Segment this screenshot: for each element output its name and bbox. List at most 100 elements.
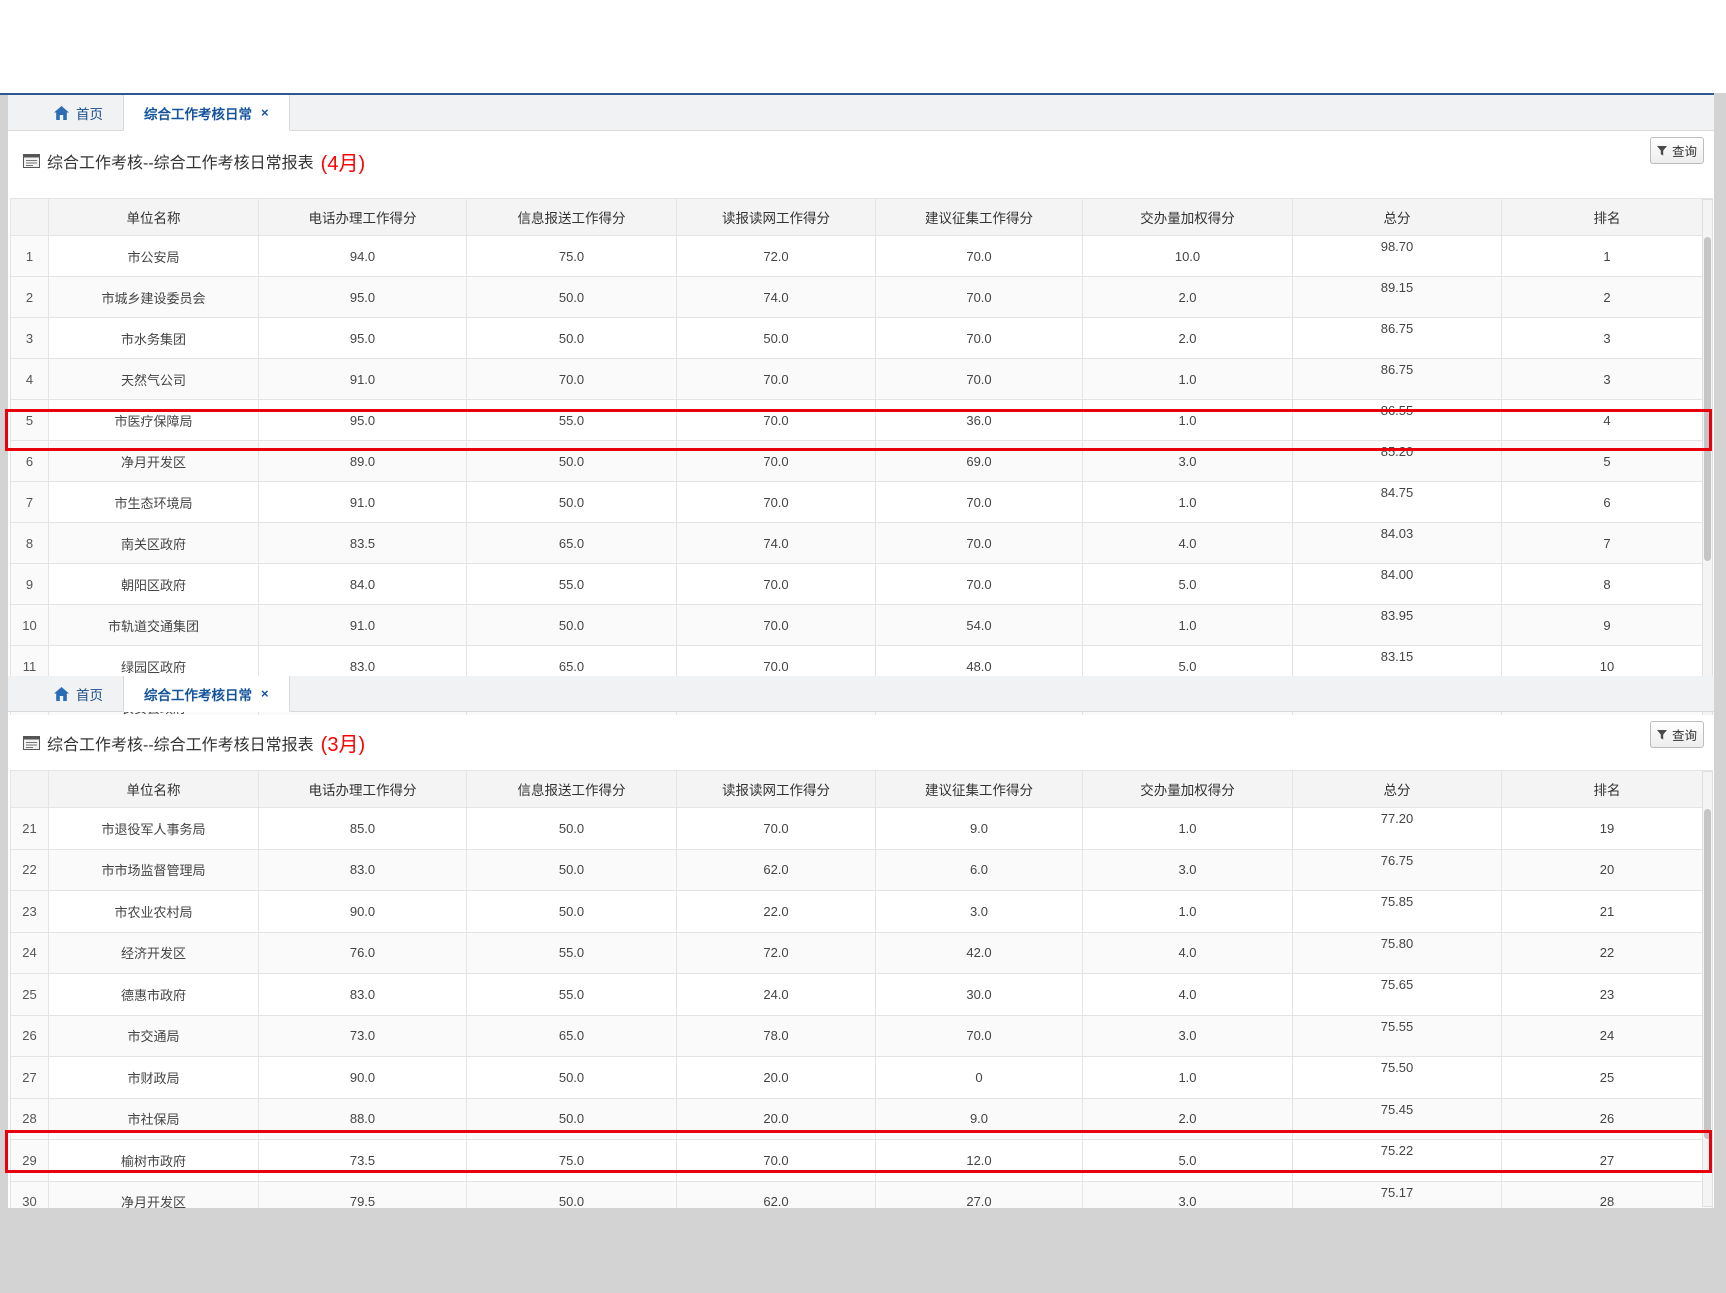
table-row[interactable]: 9朝阳区政府84.055.070.070.05.084.008: [11, 564, 1713, 605]
cell-sugg: 70.0: [876, 359, 1083, 400]
query-button[interactable]: 查询: [1650, 721, 1704, 748]
scrollbar-thumb[interactable]: [1704, 809, 1711, 1139]
cell-sugg: 30.0: [876, 974, 1083, 1016]
cell-total: 86.55: [1293, 400, 1502, 441]
tab-bar: 首页 综合工作考核日常 ×: [8, 95, 1714, 131]
cell-sugg: 12.0: [876, 1140, 1083, 1182]
cell-weight: 2.0: [1083, 318, 1293, 359]
cell-read: 62.0: [677, 849, 876, 891]
cell-total: 77.20: [1293, 808, 1502, 850]
cell-total: 75.45: [1293, 1098, 1502, 1140]
close-icon[interactable]: ×: [261, 105, 269, 120]
cell-sugg: 70.0: [876, 482, 1083, 523]
table-row[interactable]: 25德惠市政府83.055.024.030.04.075.6523: [11, 974, 1713, 1016]
cell-sugg: 69.0: [876, 441, 1083, 482]
cell-info: 70.0: [467, 359, 677, 400]
cell-weight: 2.0: [1083, 277, 1293, 318]
matte-right: [1714, 93, 1726, 1208]
cell-weight: 1.0: [1083, 359, 1293, 400]
cell-rank: 23: [1502, 974, 1713, 1016]
table-row[interactable]: 26市交通局73.065.078.070.03.075.5524: [11, 1015, 1713, 1057]
table-row[interactable]: 6净月开发区89.050.070.069.03.085.205: [11, 441, 1713, 482]
close-icon[interactable]: ×: [261, 686, 269, 701]
cell-no: 8: [11, 523, 49, 564]
cell-weight: 4.0: [1083, 932, 1293, 974]
cell-sugg: 9.0: [876, 808, 1083, 850]
table-row[interactable]: 10市轨道交通集团91.050.070.054.01.083.959: [11, 605, 1713, 646]
table-row[interactable]: 7市生态环境局91.050.070.070.01.084.756: [11, 482, 1713, 523]
cell-tel: 73.5: [259, 1140, 467, 1182]
column-header-total-score: 总分: [1293, 771, 1502, 808]
cell-tel: 83.5: [259, 523, 467, 564]
tab-daily-assessment[interactable]: 综合工作考核日常 ×: [123, 95, 290, 131]
query-button[interactable]: 查询: [1650, 137, 1704, 164]
cell-name: 市生态环境局: [49, 482, 259, 523]
home-icon: [54, 106, 69, 120]
cell-no: 23: [11, 891, 49, 933]
cell-read: 72.0: [677, 236, 876, 277]
column-header-weighted-score: 交办量加权得分: [1083, 199, 1293, 236]
cell-name: 德惠市政府: [49, 974, 259, 1016]
scrollbar-thumb[interactable]: [1704, 237, 1711, 561]
tab-home-label: 首页: [76, 103, 103, 123]
column-header-index: [11, 771, 49, 808]
cell-sugg: 3.0: [876, 891, 1083, 933]
cell-rank: 27: [1502, 1140, 1713, 1182]
cell-rank: 4: [1502, 400, 1713, 441]
table-row[interactable]: 5市医疗保障局95.055.070.036.01.086.554: [11, 400, 1713, 441]
cell-tel: 95.0: [259, 400, 467, 441]
matte-left: [0, 95, 8, 1208]
table-row[interactable]: 24经济开发区76.055.072.042.04.075.8022: [11, 932, 1713, 974]
column-header-rank: 排名: [1502, 199, 1713, 236]
cell-tel: 91.0: [259, 482, 467, 523]
cell-info: 50.0: [467, 808, 677, 850]
cell-total: 86.75: [1293, 318, 1502, 359]
cell-no: 25: [11, 974, 49, 1016]
column-header-rank: 排名: [1502, 771, 1713, 808]
cell-weight: 3.0: [1083, 849, 1293, 891]
table-row[interactable]: 27市财政局90.050.020.001.075.5025: [11, 1057, 1713, 1099]
cell-read: 70.0: [677, 441, 876, 482]
tab-home[interactable]: 首页: [34, 676, 123, 711]
cell-sugg: 42.0: [876, 932, 1083, 974]
cell-weight: 10.0: [1083, 236, 1293, 277]
table-row[interactable]: 4天然气公司91.070.070.070.01.086.753: [11, 359, 1713, 400]
cell-read: 70.0: [677, 482, 876, 523]
cell-read: 74.0: [677, 277, 876, 318]
table-row[interactable]: 22市市场监督管理局83.050.062.06.03.076.7520: [11, 849, 1713, 891]
column-header-phone-score: 电话办理工作得分: [259, 199, 467, 236]
cell-rank: 3: [1502, 359, 1713, 400]
cell-sugg: 9.0: [876, 1098, 1083, 1140]
tab-daily-assessment[interactable]: 综合工作考核日常 ×: [123, 676, 290, 712]
table-row[interactable]: 3市水务集团95.050.050.070.02.086.753: [11, 318, 1713, 359]
cell-weight: 1.0: [1083, 891, 1293, 933]
cell-total: 75.22: [1293, 1140, 1502, 1182]
table-row[interactable]: 28市社保局88.050.020.09.02.075.4526: [11, 1098, 1713, 1140]
table-row[interactable]: 29榆树市政府73.575.070.012.05.075.2227: [11, 1140, 1713, 1182]
cell-rank: 3: [1502, 318, 1713, 359]
cell-weight: 3.0: [1083, 441, 1293, 482]
table-row[interactable]: 2市城乡建设委员会95.050.074.070.02.089.152: [11, 277, 1713, 318]
tab-home[interactable]: 首页: [34, 95, 123, 130]
table-row[interactable]: 23市农业农村局90.050.022.03.01.075.8521: [11, 891, 1713, 933]
table-row[interactable]: 8南关区政府83.565.074.070.04.084.037: [11, 523, 1713, 564]
table-scrollbar[interactable]: [1702, 771, 1713, 1207]
table-row[interactable]: 1市公安局94.075.072.070.010.098.701: [11, 236, 1713, 277]
cell-total: 85.20: [1293, 441, 1502, 482]
cell-name: 市公安局: [49, 236, 259, 277]
cell-tel: 83.0: [259, 974, 467, 1016]
cell-info: 50.0: [467, 891, 677, 933]
cell-weight: 1.0: [1083, 605, 1293, 646]
cell-rank: 21: [1502, 891, 1713, 933]
cell-no: 10: [11, 605, 49, 646]
cell-info: 50.0: [467, 1057, 677, 1099]
cell-sugg: 6.0: [876, 849, 1083, 891]
table-row[interactable]: 21市退役军人事务局85.050.070.09.01.077.2019: [11, 808, 1713, 850]
cell-sugg: 70.0: [876, 277, 1083, 318]
assessment-table-march: 单位名称 电话办理工作得分 信息报送工作得分 读报读网工作得分 建议征集工作得分…: [10, 770, 1713, 1265]
cell-name: 市农业农村局: [49, 891, 259, 933]
cell-no: 21: [11, 808, 49, 850]
cell-sugg: 36.0: [876, 400, 1083, 441]
filter-icon: [1657, 146, 1667, 156]
cell-info: 55.0: [467, 932, 677, 974]
